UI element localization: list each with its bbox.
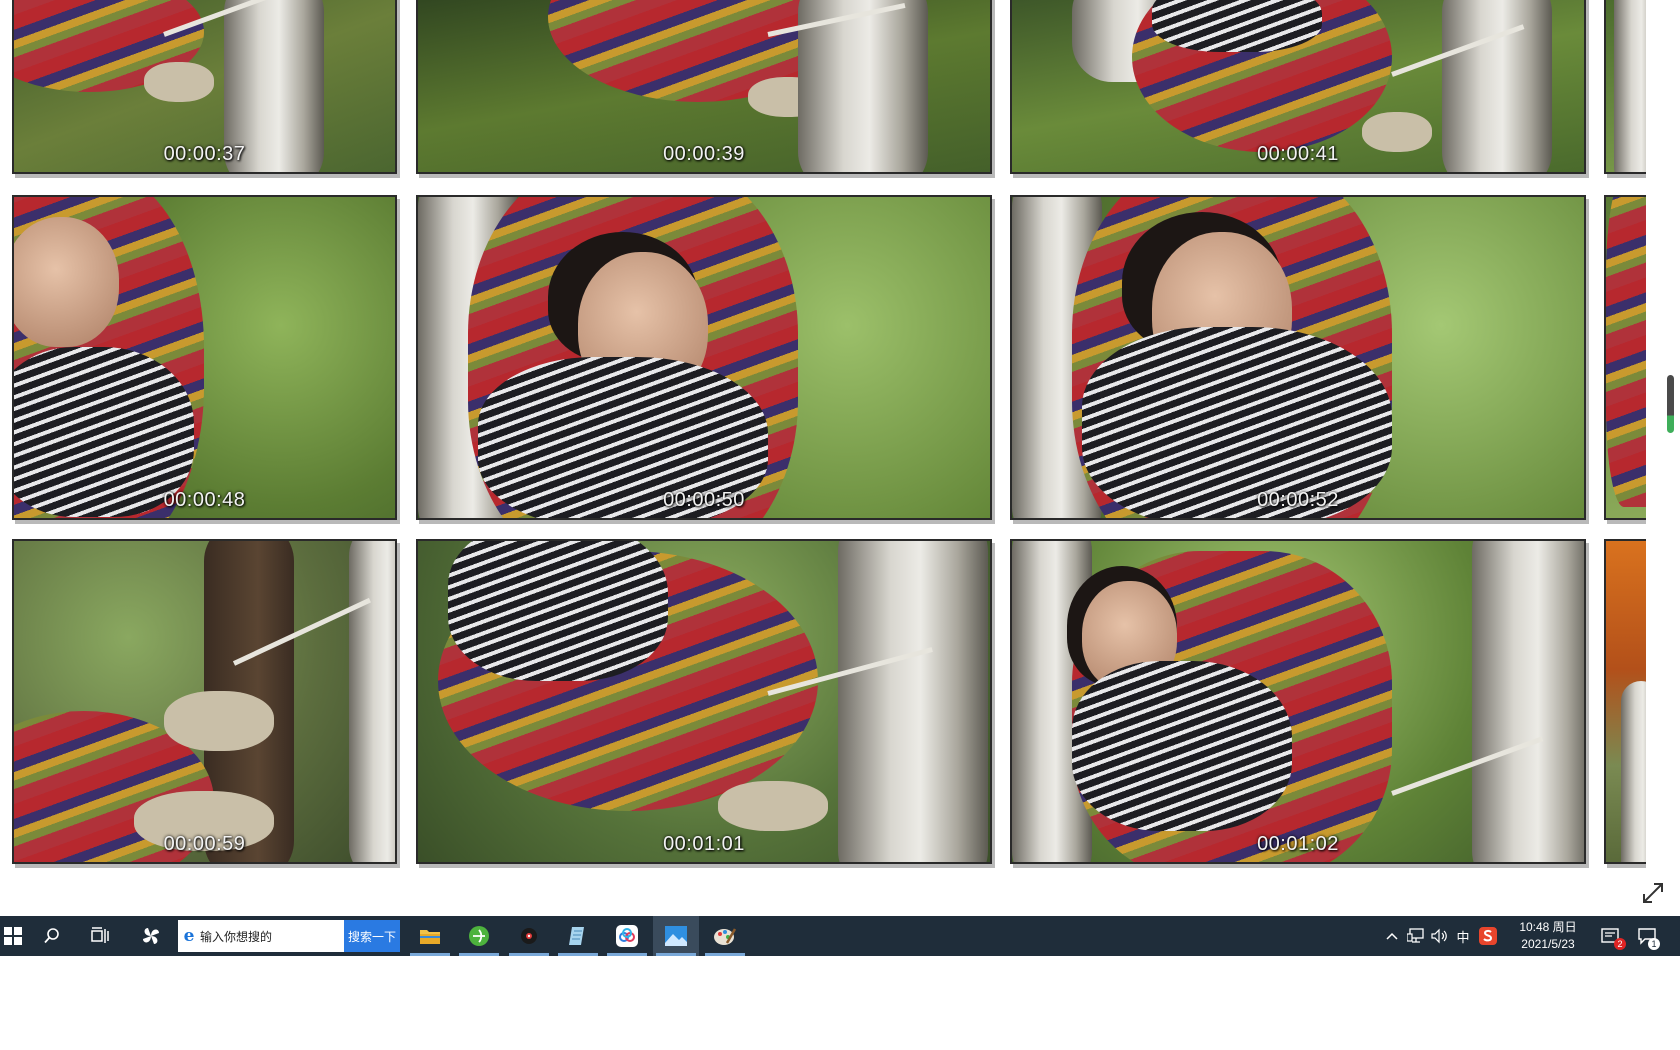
timestamp-label: 00:00:59 xyxy=(163,833,246,855)
action-center-icon[interactable]: 1 xyxy=(1632,916,1662,956)
timestamp-label: 00:00:39 xyxy=(663,143,745,165)
search-icon[interactable] xyxy=(29,916,75,956)
timestamp-label: 00:00:41 xyxy=(1257,143,1339,165)
viewer-gutter xyxy=(1646,0,1680,915)
ime-indicator[interactable]: 中 xyxy=(1452,916,1474,956)
search-placeholder: 输入你想搜的 xyxy=(200,929,273,944)
clock-date: 2021/5/23 xyxy=(1521,937,1575,951)
media-player-icon[interactable] xyxy=(506,916,552,956)
video-thumbnail[interactable]: 00:00:41 xyxy=(1010,0,1586,174)
photos-icon[interactable] xyxy=(653,916,699,956)
video-thumbnail[interactable]: 00:00:59 xyxy=(12,539,397,864)
security-badge: 2 xyxy=(1614,938,1626,950)
network-icon[interactable] xyxy=(1404,916,1428,956)
file-explorer-icon[interactable] xyxy=(407,916,453,956)
video-thumbnail[interactable]: 00:00:37 xyxy=(12,0,397,174)
video-thumbnail[interactable]: 00:00:39 xyxy=(416,0,992,174)
clock-time: 10:48 周日 xyxy=(1519,920,1577,934)
system-clock[interactable]: 10:48 周日 2021/5/23 xyxy=(1508,919,1588,953)
security-center-icon[interactable]: 2 xyxy=(1596,916,1626,956)
video-thumbnail[interactable]: 00:00:52 xyxy=(1010,195,1586,520)
green-browser-icon[interactable] xyxy=(456,916,502,956)
timestamp-label: 00:01:02 xyxy=(1257,833,1339,855)
thumbnail-grid-viewer: 00:00:37 00:00:39 00:00:41 00:00:48 00:0… xyxy=(0,0,1680,915)
baidu-netdisk-icon[interactable] xyxy=(604,916,650,956)
search-input[interactable]: e 输入你想搜的 xyxy=(178,920,344,952)
video-thumbnail[interactable]: 00:01:02 xyxy=(1010,539,1586,864)
task-view-icon[interactable] xyxy=(78,916,124,956)
vertical-scrollbar-thumb[interactable] xyxy=(1667,375,1674,433)
sogou-ime-icon[interactable] xyxy=(1476,916,1500,956)
expand-icon[interactable] xyxy=(1640,880,1666,906)
notification-badge: 1 xyxy=(1648,938,1660,950)
paint-icon[interactable] xyxy=(702,916,748,956)
timestamp-label: 00:00:52 xyxy=(1257,489,1339,511)
timestamp-label: 00:01:01 xyxy=(663,833,745,855)
pinwheel-icon[interactable] xyxy=(128,916,174,956)
video-thumbnail[interactable]: 00:01:01 xyxy=(416,539,992,864)
ie-icon: e xyxy=(183,926,195,946)
timestamp-label: 00:00:50 xyxy=(663,489,745,511)
windows-taskbar: e 输入你想搜的 搜索一下 中 10:48 周日 2021/5/23 2 1 xyxy=(0,916,1680,956)
search-submit-button[interactable]: 搜索一下 xyxy=(344,920,400,952)
show-hidden-icons-chevron-icon[interactable] xyxy=(1382,916,1402,956)
video-thumbnail[interactable]: 00:00:48 xyxy=(12,195,397,520)
volume-icon[interactable] xyxy=(1428,916,1452,956)
timestamp-label: 00:00:48 xyxy=(163,489,246,511)
video-thumbnail[interactable]: 00:00:50 xyxy=(416,195,992,520)
notepad-icon[interactable] xyxy=(555,916,601,956)
timestamp-label: 00:00:37 xyxy=(163,143,246,165)
